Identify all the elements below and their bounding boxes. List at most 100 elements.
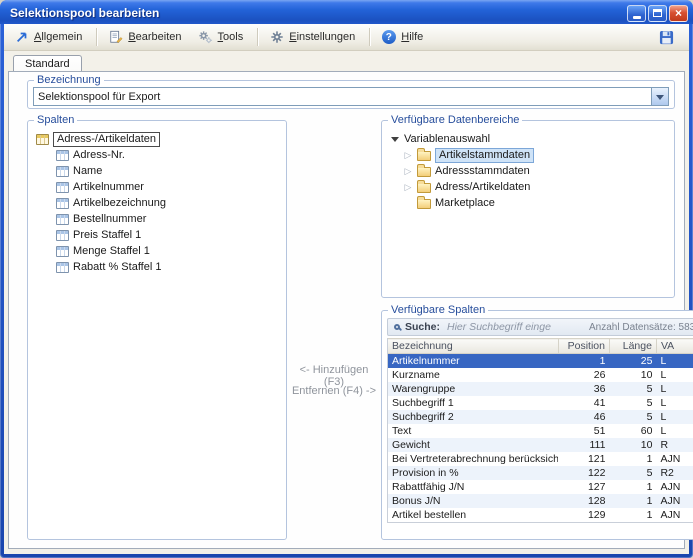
table-row[interactable]: Rabattfähig J/N1271AJN <box>388 480 693 494</box>
table-row[interactable]: Kurzname2610L <box>388 368 693 382</box>
bezeichnung-combobox[interactable]: Selektionspool für Export <box>33 87 669 106</box>
toolbar-button-bearbeiten[interactable]: Bearbeiten <box>102 26 190 49</box>
tree-item-datenbereich[interactable]: ▷ Adress/Artikeldaten <box>390 179 667 195</box>
chevron-right-icon: ▷ <box>403 164 413 178</box>
search-icon <box>394 324 400 330</box>
toolbar: Allgemein Bearbeiten Tools Einste <box>4 24 689 51</box>
table-row[interactable]: Text5160L <box>388 424 693 438</box>
cell-bezeichnung: Artikel bestellen <box>388 508 558 522</box>
cell-va: L <box>656 424 693 438</box>
table-row[interactable]: Artikelnummer125L <box>388 354 693 368</box>
cell-va: L <box>656 368 693 382</box>
tree-item-label: Bestellnummer <box>73 213 146 226</box>
cell-va: AJN <box>656 480 693 494</box>
minimize-button[interactable] <box>627 5 646 22</box>
toolbar-separator <box>257 28 258 46</box>
bezeichnung-combobox-value: Selektionspool für Export <box>34 91 651 103</box>
tree-item-label: Adress/Artikeldaten <box>435 181 530 194</box>
window-title: Selektionspool bearbeiten <box>10 6 627 20</box>
search-label: Suche: <box>405 321 440 333</box>
chevron-down-icon <box>656 95 664 104</box>
cell-position: 46 <box>558 410 609 424</box>
gears-icon <box>198 30 213 45</box>
settings-gear-icon <box>269 30 284 45</box>
table-row[interactable]: Provision in %1225R2 <box>388 466 693 480</box>
toolbar-label-einstellungen: Einstellungen <box>289 31 355 43</box>
tree-item-spalte[interactable]: Menge Staffel 1 <box>36 243 279 259</box>
chevron-right-icon: ▷ <box>403 148 413 162</box>
maximize-button[interactable] <box>648 5 667 22</box>
cell-position: 1 <box>558 354 609 368</box>
verfuegbare-spalten-table: Bezeichnung Position Länge VA Artikelnum… <box>388 338 693 522</box>
table-icon <box>56 262 69 273</box>
tree-item-spalte[interactable]: Name <box>36 163 279 179</box>
save-button[interactable] <box>653 26 683 49</box>
cell-bezeichnung: Suchbegriff 1 <box>388 396 558 410</box>
table-row[interactable]: Bei Vertreterabrechnung berücksichtige12… <box>388 452 693 466</box>
column-header-bezeichnung[interactable]: Bezeichnung <box>388 339 558 354</box>
table-header-row: Bezeichnung Position Länge VA <box>388 339 693 354</box>
tree-item-datenbereich[interactable]: ▷ Artikelstammdaten <box>390 147 667 163</box>
column-header-position[interactable]: Position <box>558 339 609 354</box>
datenbereiche-legend: Verfügbare Datenbereiche <box>388 114 522 126</box>
cell-va: R <box>656 438 693 452</box>
titlebar: Selektionspool bearbeiten × <box>0 0 693 24</box>
table-row[interactable]: Warengruppe365L <box>388 382 693 396</box>
remove-action-label[interactable]: Entfernen (F4) -> <box>289 385 379 397</box>
edit-page-icon <box>108 30 123 45</box>
toolbar-button-hilfe[interactable]: Hilfe <box>375 26 432 49</box>
cell-bezeichnung: Suchbegriff 2 <box>388 410 558 424</box>
table-row[interactable]: Gewicht11110R <box>388 438 693 452</box>
combobox-dropdown-button[interactable] <box>651 88 668 105</box>
close-icon: × <box>675 6 682 20</box>
cell-position: 127 <box>558 480 609 494</box>
toolbar-label-tools: Tools <box>218 31 244 43</box>
arrow-up-right-icon <box>14 30 29 45</box>
tree-item-label: Name <box>73 165 102 178</box>
toolbar-button-tools[interactable]: Tools <box>192 26 253 49</box>
tab-standard[interactable]: Standard <box>13 55 82 71</box>
bezeichnung-group: Bezeichnung Selektionspool für Export <box>27 74 675 109</box>
search-bar: Suche: Anzahl Datensätze: 583 <box>387 318 693 336</box>
cell-bezeichnung: Bei Vertreterabrechnung berücksichtige <box>388 452 558 466</box>
table-row[interactable]: Suchbegriff 2465L <box>388 410 693 424</box>
cell-bezeichnung: Artikelnummer <box>388 354 558 368</box>
cell-va: AJN <box>656 494 693 508</box>
table-icon <box>56 150 69 161</box>
cell-laenge: 10 <box>609 438 656 452</box>
tree-root-spalten[interactable]: Adress-/Artikeldaten <box>36 131 279 147</box>
table-row[interactable]: Artikel bestellen1291AJN <box>388 508 693 522</box>
tree-item-spalte[interactable]: Bestellnummer <box>36 211 279 227</box>
cell-va: L <box>656 354 693 368</box>
window-controls: × <box>627 5 688 22</box>
tree-item-spalte[interactable]: Preis Staffel 1 <box>36 227 279 243</box>
tree-item-label: Adressstammdaten <box>435 165 530 178</box>
tree-item-spalte[interactable]: Artikelnummer <box>36 179 279 195</box>
table-row[interactable]: Suchbegriff 1415L <box>388 396 693 410</box>
tree-item-spalte[interactable]: Artikelbezeichnung <box>36 195 279 211</box>
cell-laenge: 5 <box>609 382 656 396</box>
toolbar-button-allgemein[interactable]: Allgemein <box>8 26 91 49</box>
bezeichnung-legend: Bezeichnung <box>34 74 104 86</box>
tree-item-label: Rabatt % Staffel 1 <box>73 261 161 274</box>
cell-laenge: 1 <box>609 452 656 466</box>
close-button[interactable]: × <box>669 5 688 22</box>
tree-item-spalte[interactable]: Rabatt % Staffel 1 <box>36 259 279 275</box>
tabstrip: Standard <box>4 51 689 71</box>
table-icon <box>56 230 69 241</box>
table-row[interactable]: Bonus J/N1281AJN <box>388 494 693 508</box>
tree-item-datenbereich[interactable]: Marketplace <box>390 195 667 211</box>
tree-root-variablenauswahl[interactable]: Variablenauswahl <box>390 131 667 147</box>
cell-position: 129 <box>558 508 609 522</box>
table-root-icon <box>36 134 49 145</box>
spalten-legend: Spalten <box>34 114 77 126</box>
column-header-va[interactable]: VA <box>656 339 693 354</box>
column-header-laenge[interactable]: Länge <box>609 339 656 354</box>
search-input[interactable] <box>445 320 584 334</box>
tree-item-datenbereich[interactable]: ▷ Adressstammdaten <box>390 163 667 179</box>
tree-item-spalte[interactable]: Adress-Nr. <box>36 147 279 163</box>
cell-laenge: 10 <box>609 368 656 382</box>
cell-laenge: 1 <box>609 480 656 494</box>
cell-laenge: 5 <box>609 410 656 424</box>
toolbar-button-einstellungen[interactable]: Einstellungen <box>263 26 364 49</box>
